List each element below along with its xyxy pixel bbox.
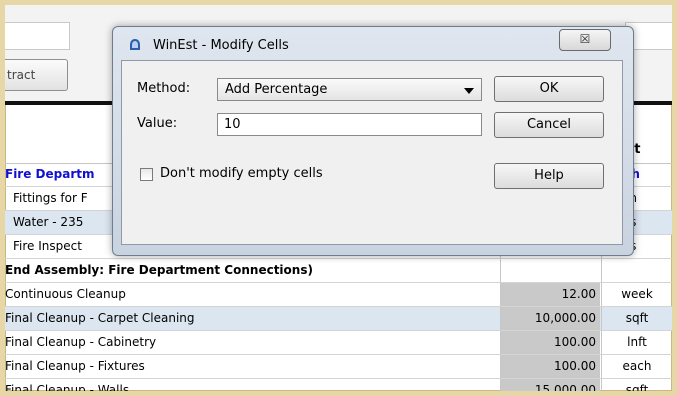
quantity-cell[interactable]: 100.00 xyxy=(500,331,600,354)
dialog-body: Method: Add Percentage Value: Don't modi… xyxy=(121,60,623,245)
table-row[interactable]: Final Cleanup - Cabinetry 100.00 lnft xyxy=(5,331,672,355)
winest-app-icon xyxy=(130,39,140,50)
close-icon[interactable]: ☒ xyxy=(559,29,611,51)
description-cell[interactable]: Final Cleanup - Cabinetry xyxy=(5,331,499,354)
subtract-button[interactable]: tract xyxy=(5,59,68,91)
description-cell[interactable]: Final Cleanup - Fixtures xyxy=(5,355,499,378)
ok-button[interactable]: OK xyxy=(494,76,604,102)
quantity-cell[interactable] xyxy=(500,259,600,282)
unit-cell[interactable]: lnft xyxy=(601,331,672,354)
quantity-cell[interactable]: 10,000.00 xyxy=(500,307,600,330)
description-cell[interactable]: End Assembly: Fire Department Connection… xyxy=(5,259,499,282)
top-left-field[interactable] xyxy=(5,22,70,50)
unit-cell[interactable] xyxy=(601,259,672,282)
checkbox-label: Don't modify empty cells xyxy=(160,166,323,181)
dont-modify-empty-checkbox[interactable] xyxy=(140,168,153,181)
unit-cell[interactable]: week xyxy=(601,283,672,306)
description-cell[interactable]: Final Cleanup - Carpet Cleaning xyxy=(5,307,499,330)
dialog-title: WinEst - Modify Cells xyxy=(153,38,289,53)
table-row[interactable]: Final Cleanup - Carpet Cleaning 10,000.00… xyxy=(5,307,672,331)
description-cell[interactable]: Continuous Cleanup xyxy=(5,283,499,306)
quantity-cell[interactable]: 15,000.00 xyxy=(500,379,600,391)
modify-cells-dialog: WinEst - Modify Cells ☒ Method: Add Perc… xyxy=(112,26,634,256)
method-label: Method: xyxy=(137,81,191,96)
quantity-cell[interactable]: 12.00 xyxy=(500,283,600,306)
method-selected-value: Add Percentage xyxy=(225,82,328,97)
unit-cell[interactable]: sqft xyxy=(601,379,672,391)
quantity-cell[interactable]: 100.00 xyxy=(500,355,600,378)
table-row[interactable]: Continuous Cleanup 12.00 week xyxy=(5,283,672,307)
chevron-down-icon xyxy=(464,88,474,94)
unit-cell[interactable]: each xyxy=(601,355,672,378)
table-row[interactable]: Final Cleanup - Fixtures 100.00 each xyxy=(5,355,672,379)
unit-cell[interactable]: sqft xyxy=(601,307,672,330)
app-frame: tract Unit Fire DepartmeachFittings for … xyxy=(5,5,672,391)
table-row[interactable]: End Assembly: Fire Department Connection… xyxy=(5,259,672,283)
cancel-button[interactable]: Cancel xyxy=(494,112,604,138)
description-cell[interactable]: Final Cleanup - Walls xyxy=(5,379,499,391)
help-button[interactable]: Help xyxy=(494,163,604,189)
value-label: Value: xyxy=(137,116,178,131)
value-input[interactable] xyxy=(217,113,482,136)
table-row[interactable]: Final Cleanup - Walls 15,000.00 sqft xyxy=(5,379,672,391)
method-select[interactable]: Add Percentage xyxy=(217,78,482,101)
